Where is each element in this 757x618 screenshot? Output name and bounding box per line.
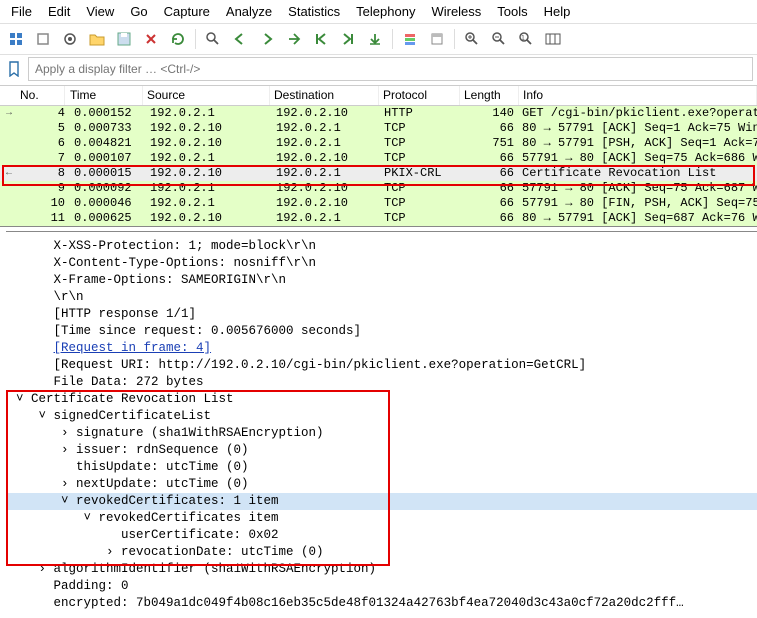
menu-telephony[interactable]: Telephony (349, 2, 422, 21)
menu-bar: FileEditViewGoCaptureAnalyzeStatisticsTe… (0, 0, 757, 24)
stop-icon[interactable] (31, 27, 55, 51)
tree-line[interactable]: ˅ revokedCertificates item (6, 510, 757, 527)
col-dest[interactable]: Destination (270, 86, 379, 105)
filter-bookmark-icon[interactable] (4, 59, 24, 79)
close-icon[interactable] (139, 27, 163, 51)
zoom-in-icon[interactable] (460, 27, 484, 51)
tree-line[interactable]: [HTTP response 1/1] (6, 306, 757, 323)
menu-go[interactable]: Go (123, 2, 154, 21)
svg-text:1: 1 (521, 35, 525, 42)
col-len[interactable]: Length (460, 86, 519, 105)
col-proto[interactable]: Protocol (379, 86, 460, 105)
tree-line[interactable]: › revocationDate: utcTime (0) (6, 544, 757, 561)
tree-line[interactable]: X-Content-Type-Options: nosniff\r\n (6, 255, 757, 272)
colorize2-icon[interactable] (425, 27, 449, 51)
packet-list-pane: No. Time Source Destination Protocol Len… (0, 86, 757, 227)
filter-bar (0, 55, 757, 86)
jump-to-icon[interactable] (282, 27, 306, 51)
toolbar: 1 (0, 24, 757, 55)
menu-view[interactable]: View (79, 2, 121, 21)
find-icon[interactable] (201, 27, 225, 51)
menu-edit[interactable]: Edit (41, 2, 77, 21)
go-first-icon[interactable] (309, 27, 333, 51)
zoom-reset-icon[interactable]: 1 (514, 27, 538, 51)
capture-options-icon[interactable] (58, 27, 82, 51)
tree-line[interactable]: encrypted: 7b049a1dc049f4b08c16eb35c5de4… (6, 595, 757, 612)
packet-row[interactable]: 100.000046192.0.2.1192.0.2.10TCP6657791 … (0, 196, 757, 211)
go-forward-icon[interactable] (255, 27, 279, 51)
colorize-icon[interactable] (398, 27, 422, 51)
col-source[interactable]: Source (143, 86, 270, 105)
packet-row[interactable]: 60.004821192.0.2.10192.0.2.1TCP75180 → 5… (0, 136, 757, 151)
packet-rows: →40.000152192.0.2.1192.0.2.10HTTP140GET … (0, 106, 757, 226)
resize-columns-icon[interactable] (541, 27, 565, 51)
packet-details-pane: X-XSS-Protection: 1; mode=block\r\n X-Co… (0, 227, 757, 618)
menu-statistics[interactable]: Statistics (281, 2, 347, 21)
menu-capture[interactable]: Capture (157, 2, 217, 21)
packet-row[interactable]: 90.000092192.0.2.1192.0.2.10TCP6657791 →… (0, 181, 757, 196)
tree-line[interactable]: thisUpdate: utcTime (0) (6, 459, 757, 476)
tree-line[interactable]: ˅ revokedCertificates: 1 item (6, 493, 757, 510)
tree-line[interactable]: File Data: 272 bytes (6, 374, 757, 391)
windows-icon[interactable] (4, 27, 28, 51)
col-no[interactable]: No. (0, 86, 65, 105)
request-frame-link[interactable]: [Request in frame: 4] (54, 341, 212, 355)
menu-wireless[interactable]: Wireless (424, 2, 488, 21)
go-back-icon[interactable] (228, 27, 252, 51)
menu-file[interactable]: File (4, 2, 39, 21)
go-last-icon[interactable] (336, 27, 360, 51)
menu-tools[interactable]: Tools (490, 2, 534, 21)
tree-line[interactable]: X-XSS-Protection: 1; mode=block\r\n (6, 238, 757, 255)
packet-direction-icon: ← (1, 166, 17, 181)
tree-line[interactable]: \r\n (6, 289, 757, 306)
packet-row[interactable]: 50.000733192.0.2.10192.0.2.1TCP6680 → 57… (0, 121, 757, 136)
packet-row[interactable]: ←80.000015192.0.2.10192.0.2.1PKIX-CRL66C… (0, 166, 757, 181)
col-info[interactable]: Info (519, 86, 757, 105)
tree-line[interactable]: ˅ Certificate Revocation List (6, 391, 757, 408)
tree-line[interactable]: X-Frame-Options: SAMEORIGIN\r\n (6, 272, 757, 289)
tree-line[interactable]: › nextUpdate: utcTime (0) (6, 476, 757, 493)
autoscroll-icon[interactable] (363, 27, 387, 51)
packet-direction-icon: → (1, 106, 17, 121)
display-filter-input[interactable] (28, 57, 753, 81)
save-icon[interactable] (112, 27, 136, 51)
packet-row[interactable]: 70.000107192.0.2.1192.0.2.10TCP6657791 →… (0, 151, 757, 166)
open-folder-icon[interactable] (85, 27, 109, 51)
tree-line[interactable]: [Request in frame: 4] (6, 340, 757, 357)
reload-icon[interactable] (166, 27, 190, 51)
tree-line[interactable]: [Time since request: 0.005676000 seconds… (6, 323, 757, 340)
zoom-out-icon[interactable] (487, 27, 511, 51)
tree-line[interactable]: › algorithmIdentifier (sha1WithRSAEncryp… (6, 561, 757, 578)
tree-line[interactable]: Padding: 0 (6, 578, 757, 595)
menu-analyze[interactable]: Analyze (219, 2, 279, 21)
tree-line[interactable]: userCertificate: 0x02 (6, 527, 757, 544)
tree-line[interactable]: › issuer: rdnSequence (0) (6, 442, 757, 459)
packet-list-header: No. Time Source Destination Protocol Len… (0, 86, 757, 106)
packet-row[interactable]: 110.000625192.0.2.10192.0.2.1TCP6680 → 5… (0, 211, 757, 226)
menu-help[interactable]: Help (537, 2, 578, 21)
tree-line[interactable]: › signature (sha1WithRSAEncryption) (6, 425, 757, 442)
packet-row[interactable]: →40.000152192.0.2.1192.0.2.10HTTP140GET … (0, 106, 757, 121)
tree-line[interactable]: [Request URI: http://192.0.2.10/cgi-bin/… (6, 357, 757, 374)
col-time[interactable]: Time (65, 86, 143, 105)
tree-line[interactable]: ˅ signedCertificateList (6, 408, 757, 425)
